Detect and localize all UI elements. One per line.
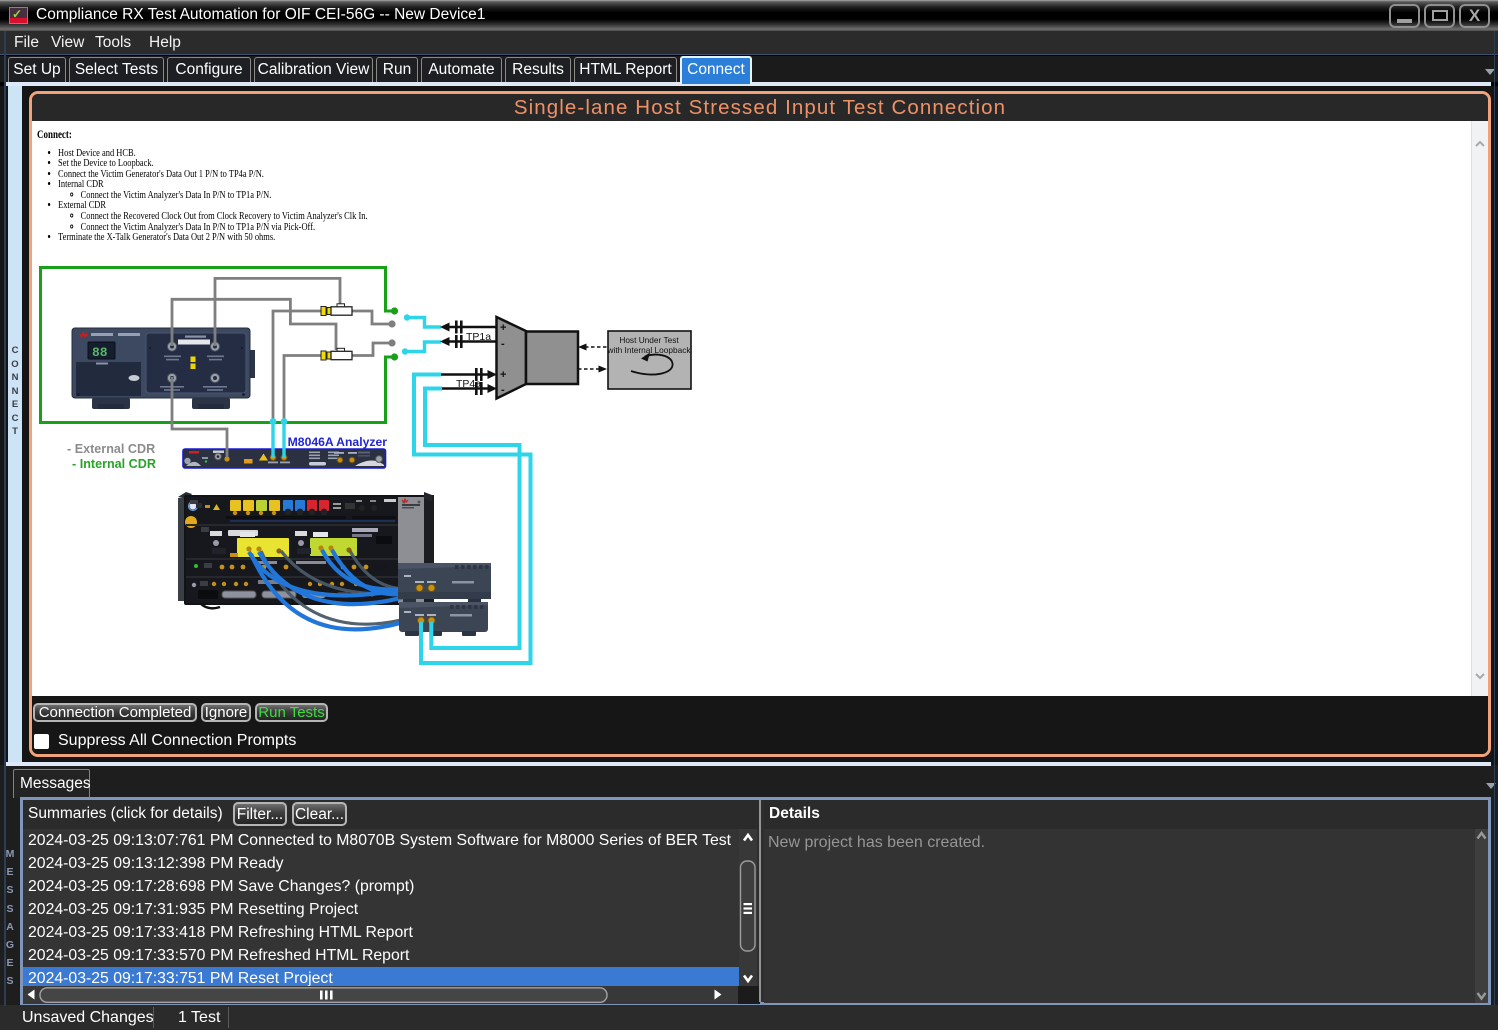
svg-text:M8046A Analyzer: M8046A Analyzer: [288, 435, 388, 449]
svg-text:TP1a: TP1a: [466, 331, 491, 343]
svg-text:-: -: [501, 338, 505, 350]
svg-text:Host Under Test: Host Under Test: [619, 335, 679, 345]
svg-text:- Internal CDR: - Internal CDR: [72, 457, 156, 471]
svg-text:88: 88: [92, 345, 108, 360]
svg-text:- External CDR: - External CDR: [67, 442, 155, 456]
svg-text:+: +: [500, 369, 506, 381]
svg-text:TP4a: TP4a: [456, 378, 481, 390]
svg-text:+: +: [500, 322, 506, 334]
svg-text:-: -: [501, 384, 505, 396]
